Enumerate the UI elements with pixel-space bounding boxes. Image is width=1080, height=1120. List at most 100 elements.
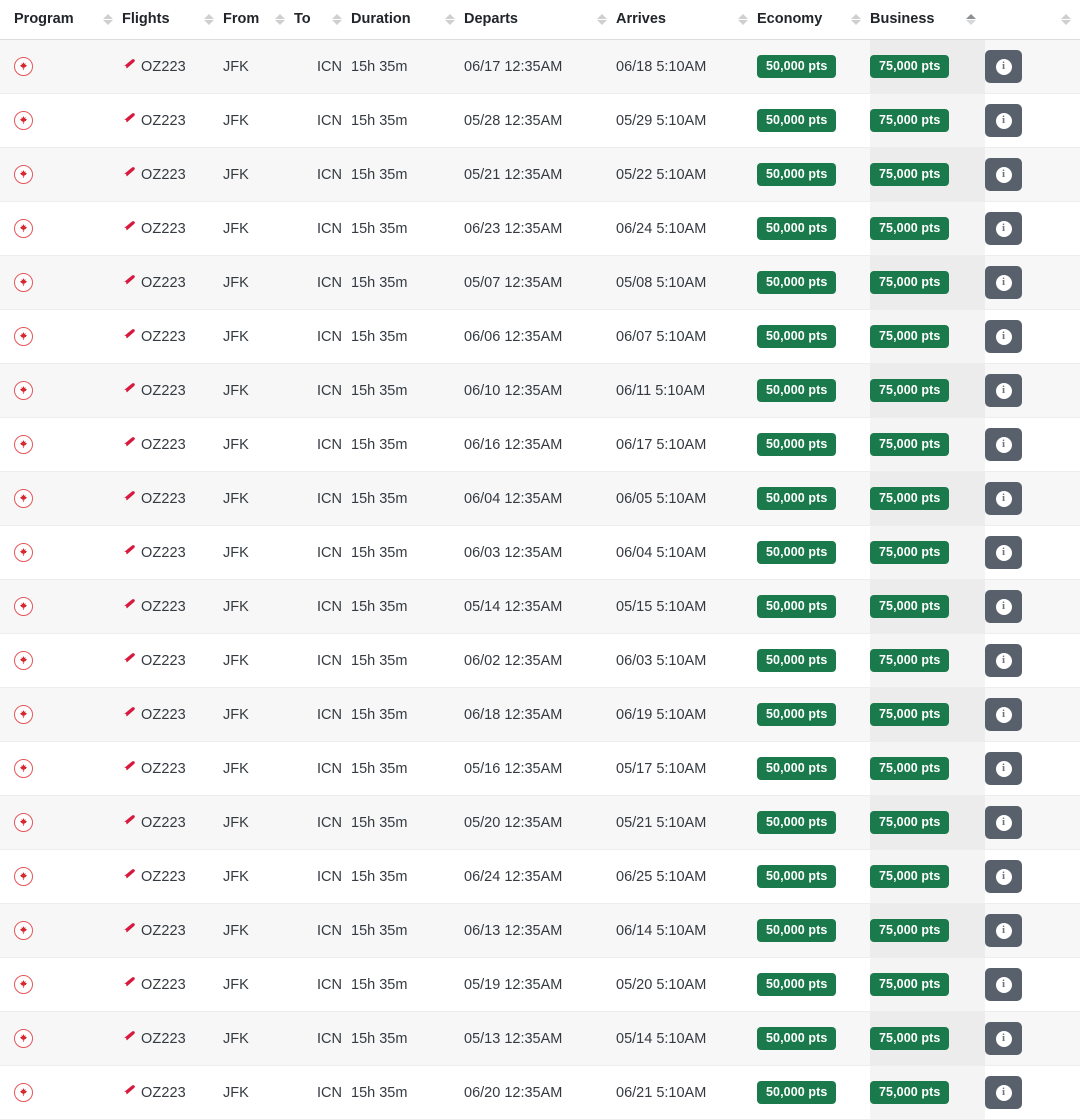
info-button[interactable]: i xyxy=(985,644,1022,677)
info-button[interactable]: i xyxy=(985,374,1022,407)
sort-diamond-icon[interactable] xyxy=(274,14,285,25)
economy-points-badge[interactable]: 50,000 pts xyxy=(757,1080,837,1105)
business-points-badge[interactable]: 75,000 pts xyxy=(870,270,950,295)
economy-points-badge[interactable]: 50,000 pts xyxy=(757,810,837,835)
column-header-business[interactable]: Business xyxy=(870,0,985,40)
business-points-badge[interactable]: 75,000 pts xyxy=(870,162,950,187)
business-points-badge[interactable]: 75,000 pts xyxy=(870,378,950,403)
info-button[interactable]: i xyxy=(985,590,1022,623)
business-points-badge[interactable]: 75,000 pts xyxy=(870,54,950,79)
info-button[interactable]: i xyxy=(985,698,1022,731)
sort-diamond-icon[interactable] xyxy=(444,14,455,25)
sort-diamond-icon[interactable] xyxy=(850,14,861,25)
column-header-info[interactable] xyxy=(985,0,1080,40)
economy-points-badge[interactable]: 50,000 pts xyxy=(757,324,837,349)
business-points-badge[interactable]: 75,000 pts xyxy=(870,864,950,889)
column-header-program[interactable]: Program xyxy=(0,0,122,40)
table-row[interactable]: OZ223 JFK ICN 15h 35m 05/20 12:35AM 05/21 5:1… xyxy=(0,795,1080,850)
business-points-badge[interactable]: 75,000 pts xyxy=(870,432,950,457)
sort-diamond-icon[interactable] xyxy=(596,14,607,25)
table-row[interactable]: OZ223 JFK ICN 15h 35m 06/02 12:35AM 06/03 5:1… xyxy=(0,633,1080,688)
table-row[interactable]: OZ223 JFK ICN 15h 35m 06/17 12:35AM 06/18 5:1… xyxy=(0,39,1080,94)
table-row[interactable]: OZ223 JFK ICN 15h 35m 05/14 12:35AM 05/15 5:1… xyxy=(0,579,1080,634)
economy-points-badge[interactable]: 50,000 pts xyxy=(757,594,837,619)
business-points-badge[interactable]: 75,000 pts xyxy=(870,648,950,673)
info-button[interactable]: i xyxy=(985,158,1022,191)
column-header-departs[interactable]: Departs xyxy=(464,0,616,40)
table-row[interactable]: OZ223 JFK ICN 15h 35m 05/16 12:35AM 05/17 5:1… xyxy=(0,741,1080,796)
info-button[interactable]: i xyxy=(985,266,1022,299)
business-points-badge[interactable]: 75,000 pts xyxy=(870,594,950,619)
info-button[interactable]: i xyxy=(985,806,1022,839)
economy-points-badge[interactable]: 50,000 pts xyxy=(757,540,837,565)
info-button[interactable]: i xyxy=(985,428,1022,461)
business-points-badge[interactable]: 75,000 pts xyxy=(870,1026,950,1051)
info-button[interactable]: i xyxy=(985,1076,1022,1109)
business-points-badge[interactable]: 75,000 pts xyxy=(870,972,950,997)
column-header-flights[interactable]: Flights xyxy=(122,0,223,40)
table-row[interactable]: OZ223 JFK ICN 15h 35m 06/24 12:35AM 06/25 5:1… xyxy=(0,849,1080,904)
info-button[interactable]: i xyxy=(985,1022,1022,1055)
sort-diamond-icon[interactable] xyxy=(331,14,342,25)
economy-points-badge[interactable]: 50,000 pts xyxy=(757,918,837,943)
info-button[interactable]: i xyxy=(985,860,1022,893)
table-row[interactable]: OZ223 JFK ICN 15h 35m 05/13 12:35AM 05/14 5:1… xyxy=(0,1011,1080,1066)
table-row[interactable]: OZ223 JFK ICN 15h 35m 05/19 12:35AM 05/20 5:1… xyxy=(0,957,1080,1012)
table-row[interactable]: OZ223 JFK ICN 15h 35m 06/16 12:35AM 06/17 5:1… xyxy=(0,417,1080,472)
table-row[interactable]: OZ223 JFK ICN 15h 35m 06/18 12:35AM 06/19 5:1… xyxy=(0,687,1080,742)
column-header-from[interactable]: From xyxy=(223,0,294,40)
economy-points-badge[interactable]: 50,000 pts xyxy=(757,432,837,457)
economy-points-badge[interactable]: 50,000 pts xyxy=(757,162,837,187)
sort-diamond-icon[interactable] xyxy=(737,14,748,25)
table-row[interactable]: OZ223 JFK ICN 15h 35m 06/20 12:35AM 06/21 5:1… xyxy=(0,1065,1080,1120)
business-points-badge[interactable]: 75,000 pts xyxy=(870,810,950,835)
business-points-badge[interactable]: 75,000 pts xyxy=(870,702,950,727)
economy-points-badge[interactable]: 50,000 pts xyxy=(757,486,837,511)
info-button[interactable]: i xyxy=(985,320,1022,353)
table-row[interactable]: OZ223 JFK ICN 15h 35m 06/03 12:35AM 06/04 5:1… xyxy=(0,525,1080,580)
sort-diamond-icon[interactable] xyxy=(102,14,113,25)
column-header-duration[interactable]: Duration xyxy=(351,0,464,40)
economy-points-badge[interactable]: 50,000 pts xyxy=(757,972,837,997)
table-row[interactable]: OZ223 JFK ICN 15h 35m 06/13 12:35AM 06/14 5:1… xyxy=(0,903,1080,958)
table-row[interactable]: OZ223 JFK ICN 15h 35m 06/04 12:35AM 06/05 5:1… xyxy=(0,471,1080,526)
sort-diamond-icon[interactable] xyxy=(1060,14,1071,25)
economy-points-badge[interactable]: 50,000 pts xyxy=(757,1026,837,1051)
business-points-badge[interactable]: 75,000 pts xyxy=(870,540,950,565)
sort-diamond-icon[interactable] xyxy=(965,14,976,25)
business-points-badge[interactable]: 75,000 pts xyxy=(870,918,950,943)
column-header-to[interactable]: To xyxy=(294,0,351,40)
economy-points-badge[interactable]: 50,000 pts xyxy=(757,756,837,781)
economy-points-badge[interactable]: 50,000 pts xyxy=(757,270,837,295)
info-button[interactable]: i xyxy=(985,968,1022,1001)
info-button[interactable]: i xyxy=(985,752,1022,785)
column-header-economy[interactable]: Economy xyxy=(757,0,870,40)
business-points-badge[interactable]: 75,000 pts xyxy=(870,108,950,133)
economy-points-badge[interactable]: 50,000 pts xyxy=(757,648,837,673)
table-row[interactable]: OZ223 JFK ICN 15h 35m 06/23 12:35AM 06/24 5:1… xyxy=(0,201,1080,256)
table-row[interactable]: OZ223 JFK ICN 15h 35m 05/21 12:35AM 05/22 5:1… xyxy=(0,147,1080,202)
business-points-badge[interactable]: 75,000 pts xyxy=(870,216,950,241)
table-row[interactable]: OZ223 JFK ICN 15h 35m 06/10 12:35AM 06/11 5:1… xyxy=(0,363,1080,418)
table-row[interactable]: OZ223 JFK ICN 15h 35m 06/06 12:35AM 06/07 5:1… xyxy=(0,309,1080,364)
economy-points-badge[interactable]: 50,000 pts xyxy=(757,54,837,79)
economy-points-badge[interactable]: 50,000 pts xyxy=(757,108,837,133)
economy-points-badge[interactable]: 50,000 pts xyxy=(757,378,837,403)
business-points-badge[interactable]: 75,000 pts xyxy=(870,486,950,511)
info-button[interactable]: i xyxy=(985,212,1022,245)
info-button[interactable]: i xyxy=(985,914,1022,947)
info-button[interactable]: i xyxy=(985,50,1022,83)
column-header-arrives[interactable]: Arrives xyxy=(616,0,757,40)
economy-points-badge[interactable]: 50,000 pts xyxy=(757,864,837,889)
info-button[interactable]: i xyxy=(985,104,1022,137)
business-points-badge[interactable]: 75,000 pts xyxy=(870,324,950,349)
info-button[interactable]: i xyxy=(985,536,1022,569)
economy-points-badge[interactable]: 50,000 pts xyxy=(757,702,837,727)
sort-diamond-icon[interactable] xyxy=(203,14,214,25)
table-row[interactable]: OZ223 JFK ICN 15h 35m 05/28 12:35AM 05/29 5:1… xyxy=(0,93,1080,148)
table-row[interactable]: OZ223 JFK ICN 15h 35m 05/07 12:35AM 05/08 5:1… xyxy=(0,255,1080,310)
economy-points-badge[interactable]: 50,000 pts xyxy=(757,216,837,241)
info-button[interactable]: i xyxy=(985,482,1022,515)
business-points-badge[interactable]: 75,000 pts xyxy=(870,1080,950,1105)
business-points-badge[interactable]: 75,000 pts xyxy=(870,756,950,781)
